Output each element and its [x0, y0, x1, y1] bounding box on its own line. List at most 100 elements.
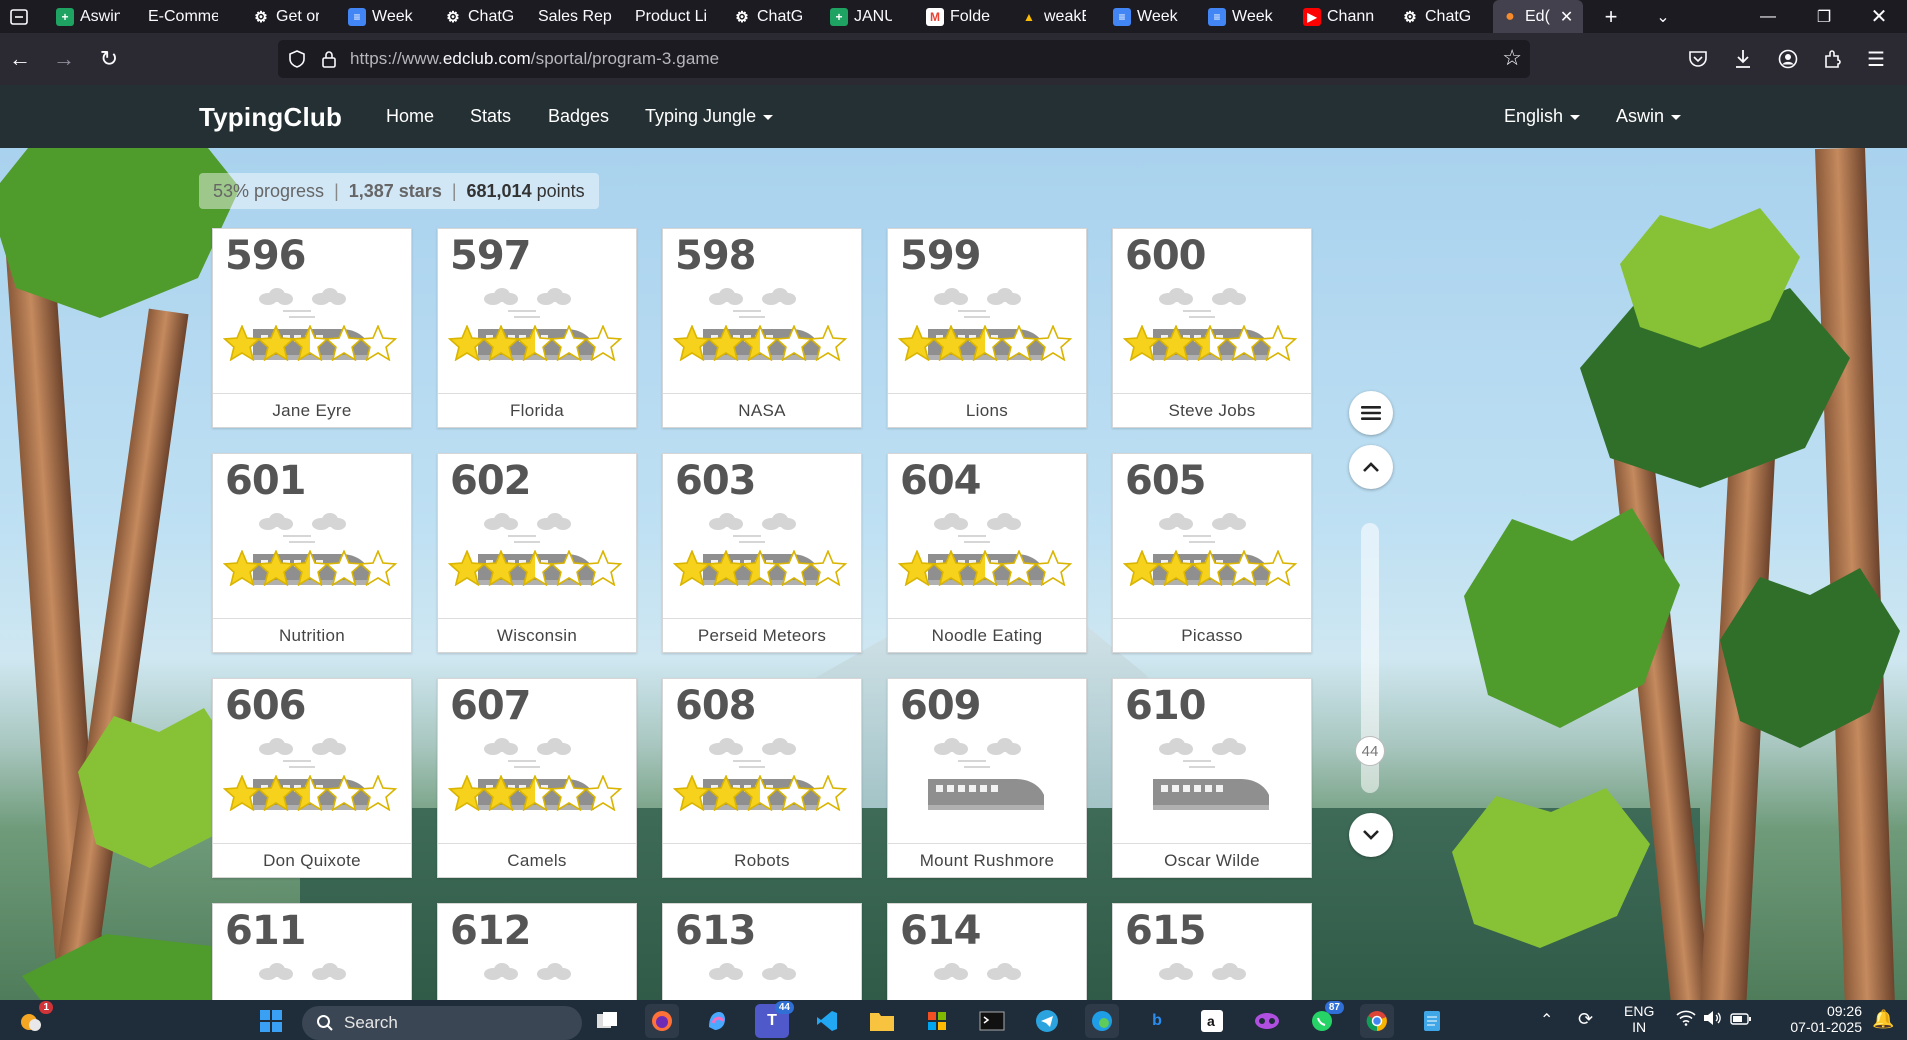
- teams-icon[interactable]: T 44: [755, 1001, 794, 1038]
- browser-tab[interactable]: + Aswin: [48, 0, 120, 33]
- battery-icon[interactable]: [1730, 1012, 1752, 1028]
- notepad-icon[interactable]: [1415, 1004, 1449, 1038]
- lesson-card[interactable]: 608 Robots: [662, 678, 862, 878]
- lesson-card[interactable]: 601 Nutrition: [212, 453, 412, 653]
- lesson-card[interactable]: 596 Jane Eyre: [212, 228, 412, 428]
- lesson-card[interactable]: 613: [662, 903, 862, 1000]
- edge-icon[interactable]: [1085, 1004, 1119, 1038]
- whatsapp-icon[interactable]: 87: [1305, 1001, 1344, 1038]
- star-icon: [897, 549, 937, 591]
- browser-tab[interactable]: ⚙ ChatG: [1393, 0, 1473, 33]
- lesson-card[interactable]: 607 Camels: [437, 678, 637, 878]
- list-all-tabs-icon[interactable]: ⌄: [1643, 0, 1683, 33]
- lesson-menu-button[interactable]: [1349, 391, 1393, 435]
- file-explorer-icon[interactable]: [865, 1004, 899, 1038]
- restore-button[interactable]: ❐: [1796, 0, 1852, 33]
- language-indicator[interactable]: ENG IN: [1624, 1003, 1654, 1035]
- browser-tab[interactable]: ⚙ Get or: [244, 0, 319, 33]
- browser-tab[interactable]: E-Comme: [140, 0, 218, 33]
- lesson-card[interactable]: 612: [437, 903, 637, 1000]
- bing-icon[interactable]: b: [1140, 1004, 1174, 1038]
- lesson-card[interactable]: 614: [887, 903, 1087, 1000]
- minimize-button[interactable]: —: [1740, 0, 1796, 33]
- browser-tab[interactable]: ⚙ ChatG: [436, 0, 514, 33]
- lesson-card[interactable]: 615: [1112, 903, 1312, 1000]
- weather-widget-icon[interactable]: 1: [14, 1001, 53, 1038]
- vscode-icon[interactable]: [810, 1004, 844, 1038]
- lesson-card[interactable]: 604 Noodle Eating: [887, 453, 1087, 653]
- star-icon: [324, 324, 364, 366]
- back-arrow-icon[interactable]: ←: [4, 43, 36, 75]
- sync-icon[interactable]: ⟳: [1578, 1009, 1593, 1030]
- browser-tab[interactable]: Product Li: [627, 0, 715, 33]
- microsoft-store-icon[interactable]: [920, 1004, 954, 1038]
- lesson-card[interactable]: 606 Don Quixote: [212, 678, 412, 878]
- clock[interactable]: 09:26 07-01-2025: [1772, 1003, 1862, 1035]
- task-view-icon[interactable]: [590, 1004, 624, 1038]
- lesson-card[interactable]: 602 Wisconsin: [437, 453, 637, 653]
- brand-logo[interactable]: TypingClub: [199, 102, 342, 133]
- firefox-taskbar-icon[interactable]: [645, 1004, 679, 1038]
- lesson-card[interactable]: 609 Mount Rushmore: [887, 678, 1087, 878]
- address-bar[interactable]: https://www.edclub.com/sportal/program-3…: [278, 40, 1530, 78]
- user-menu-dropdown[interactable]: Aswin: [1616, 106, 1682, 127]
- browser-tab[interactable]: ● Ed(✕: [1493, 0, 1583, 33]
- nav-badges[interactable]: Badges: [548, 106, 609, 127]
- browser-tab[interactable]: ≡ Week: [1105, 0, 1179, 33]
- lesson-card[interactable]: 603 Perseid Meteors: [662, 453, 862, 653]
- browser-tab[interactable]: + JANUA: [822, 0, 892, 33]
- scroll-position-indicator[interactable]: 44: [1355, 736, 1385, 766]
- terminal-icon[interactable]: [975, 1004, 1009, 1038]
- star-icon: [965, 324, 1005, 366]
- nav-stats[interactable]: Stats: [470, 106, 511, 127]
- chevron-up-icon[interactable]: ⌃: [1540, 1010, 1553, 1030]
- reload-icon[interactable]: ↻: [93, 43, 125, 75]
- browser-tab[interactable]: Sales Rep: [530, 0, 618, 33]
- language-dropdown[interactable]: English: [1504, 106, 1581, 127]
- browser-tab[interactable]: ▲ weakE: [1012, 0, 1086, 33]
- scroll-up-button[interactable]: [1349, 445, 1393, 489]
- lesson-card[interactable]: 610 Oscar Wilde: [1112, 678, 1312, 878]
- lesson-title: Don Quixote: [213, 843, 411, 877]
- volume-icon[interactable]: [1702, 1010, 1722, 1029]
- bookmark-star-icon[interactable]: ☆: [1502, 45, 1522, 71]
- lesson-card[interactable]: 600 Steve Jobs: [1112, 228, 1312, 428]
- lesson-card[interactable]: 611: [212, 903, 412, 1000]
- chrome-icon[interactable]: [1360, 1004, 1394, 1038]
- notification-bell-icon[interactable]: 🔔: [1872, 1009, 1894, 1030]
- browser-tab[interactable]: ≡ Week: [340, 0, 415, 33]
- telegram-icon[interactable]: [1030, 1004, 1064, 1038]
- new-tab-button[interactable]: +: [1591, 0, 1631, 33]
- lesson-card[interactable]: 598 NASA: [662, 228, 862, 428]
- star-icon: [1122, 549, 1162, 591]
- copilot-icon[interactable]: [700, 1004, 734, 1038]
- browser-tab[interactable]: ≡ Week: [1200, 0, 1274, 33]
- nav-home[interactable]: Home: [386, 106, 434, 127]
- tab-overview-icon[interactable]: [2, 0, 36, 33]
- menu-hamburger-icon[interactable]: ☰: [1860, 43, 1892, 75]
- close-tab-icon[interactable]: ✕: [1560, 7, 1573, 27]
- account-icon[interactable]: [1772, 43, 1804, 75]
- browser-tab[interactable]: M Folde: [918, 0, 994, 33]
- scroll-down-button[interactable]: [1349, 813, 1393, 857]
- extensions-icon[interactable]: [1817, 43, 1849, 75]
- mask-app-icon[interactable]: [1250, 1004, 1284, 1038]
- lesson-card[interactable]: 599 Lions: [887, 228, 1087, 428]
- lesson-card[interactable]: 605 Picasso: [1112, 453, 1312, 653]
- nav-typing-jungle-dropdown[interactable]: Typing Jungle: [645, 106, 774, 127]
- forward-arrow-icon[interactable]: →: [48, 43, 80, 75]
- wifi-icon[interactable]: [1676, 1010, 1696, 1029]
- pocket-icon[interactable]: [1682, 43, 1714, 75]
- close-window-button[interactable]: ✕: [1851, 0, 1907, 33]
- lock-icon[interactable]: [316, 46, 342, 72]
- url-text[interactable]: https://www.edclub.com/sportal/program-3…: [350, 49, 719, 69]
- taskbar-search-box[interactable]: Search: [302, 1006, 582, 1040]
- browser-tab[interactable]: ▶ Chann: [1295, 0, 1381, 33]
- downloads-icon[interactable]: [1727, 43, 1759, 75]
- windows-start-icon[interactable]: [254, 1004, 288, 1038]
- browser-tab[interactable]: ⚙ ChatG: [725, 0, 803, 33]
- lesson-card[interactable]: 597 Florida: [437, 228, 637, 428]
- shield-icon[interactable]: [284, 46, 310, 72]
- points-label: points: [536, 180, 585, 201]
- amazon-icon[interactable]: a: [1195, 1004, 1229, 1038]
